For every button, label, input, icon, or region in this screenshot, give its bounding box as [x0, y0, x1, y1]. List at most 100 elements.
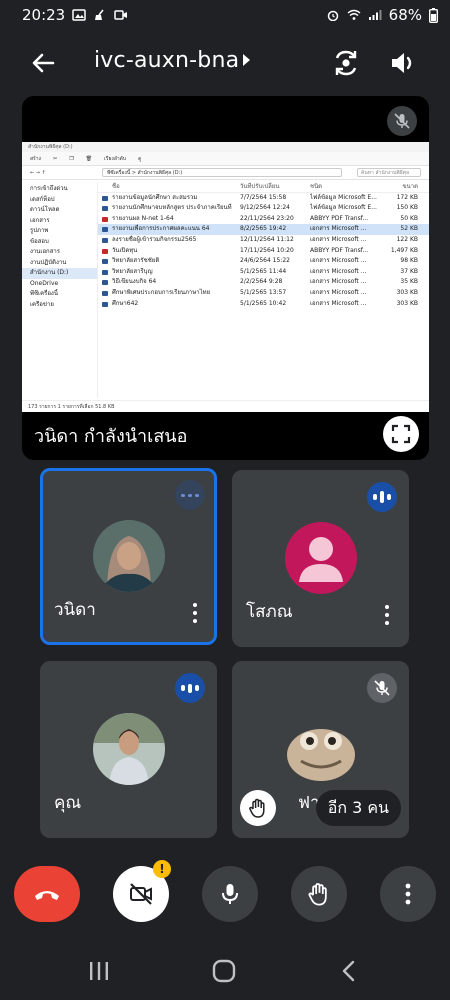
explorer-nav-pane: การเข้าถึงด่วน เดสก์ท็อป ดาวน์โหลด เอกสา… [22, 182, 98, 398]
file-row: รายงานนักศึกษาจบหลักสูตร ประจำภาคเรียนที… [98, 203, 429, 214]
file-type: ไฟล์ข้อมูล Microsoft E... [310, 204, 377, 212]
participant-more-icon[interactable] [379, 605, 395, 625]
avatar [92, 520, 165, 592]
status-time: 20:23 [22, 6, 66, 24]
file-name: วันเปิดทุน [112, 246, 138, 254]
file-size: 1,497 KB [390, 246, 418, 254]
file-date: 5/1/2565 13:57 [240, 288, 287, 296]
explorer-nav-item: งานเอกสาร [30, 248, 60, 255]
more-options-button[interactable] [380, 866, 436, 922]
audio-level-icon [175, 673, 205, 703]
explorer-search: ค้นหา สำนักงานพิธีศุล [357, 168, 421, 177]
explorer-nav-item: ข้อสอบ [30, 237, 49, 245]
explorer-cut-icon: ✂ [53, 155, 58, 162]
presentation-tile[interactable]: สำนักงานพิธีศุล (D:) สร้าง ✂ ❐ 🗑 เรียงลำ… [22, 96, 429, 460]
microphone-icon [222, 884, 238, 904]
file-size: 303 KB [396, 288, 418, 296]
file-date: 22/11/2564 23:20 [240, 214, 294, 222]
file-icon [102, 227, 108, 233]
end-call-button[interactable] [14, 866, 80, 922]
pdf-file-icon [102, 216, 108, 222]
file-type: เอกสาร Microsoft ... [310, 257, 367, 265]
explorer-file-list: ชื่อ วันที่ปรับเปลี่ยน ชนิด ขนาด รายงานข… [98, 182, 429, 398]
explorer-header-row: ชื่อ วันที่ปรับเปลี่ยน ชนิด ขนาด [98, 182, 429, 193]
camera-off-icon [130, 883, 152, 905]
explorer-nav-item: รูปภาพ [30, 227, 49, 234]
file-type: เอกสาร Microsoft ... [310, 278, 367, 286]
shared-screen: สำนักงานพิธีศุล (D:) สร้าง ✂ ❐ 🗑 เรียงลำ… [22, 142, 429, 412]
explorer-nav-item: OneDrive [30, 279, 59, 287]
participant-name: โสภณ [246, 602, 293, 622]
back-arrow-icon[interactable] [28, 48, 58, 78]
fullscreen-button[interactable] [383, 416, 419, 452]
avatar [284, 522, 357, 594]
file-date: 5/1/2565 11:44 [240, 267, 287, 275]
file-size: 150 KB [396, 204, 418, 212]
participant-tile-self[interactable]: คุณ [40, 661, 217, 838]
file-name: วิทยาลัยสารีบุญ [112, 267, 153, 275]
warning-badge-icon: ! [153, 860, 171, 878]
file-date: 2/2/2564 9:28 [240, 278, 283, 286]
file-type: เอกสาร Microsoft ... [310, 225, 367, 233]
meeting-details-caret-icon[interactable] [243, 54, 250, 66]
avatar [284, 713, 357, 785]
explorer-nav-arrows-icon: ← → ↑ [30, 169, 46, 176]
raised-hand-badge [240, 790, 276, 826]
switch-camera-icon[interactable] [329, 46, 363, 80]
home-icon[interactable] [209, 958, 239, 984]
audio-level-icon [367, 482, 397, 512]
speaker-volume-icon[interactable] [386, 46, 420, 80]
recent-apps-icon[interactable] [84, 958, 114, 984]
explorer-nav-item: พีซีเครื่องนี้ [30, 290, 58, 297]
raise-hand-button[interactable] [291, 866, 347, 922]
file-row-selected: รายงานเพื่อการประกาศผลคะแนน 64 8/2/2565 1… [98, 224, 429, 235]
participant-more-icon[interactable] [187, 603, 203, 623]
back-nav-icon[interactable] [334, 958, 364, 984]
battery-level: 68% [388, 6, 422, 24]
explorer-window-title: สำนักงานพิธีศุล (D:) [28, 144, 73, 150]
file-icon [102, 195, 108, 201]
file-name: รายงานนักศึกษาจบหลักสูตร ประจำภาคเรียนที… [112, 204, 232, 212]
default-avatar-icon [298, 537, 343, 582]
column-size: ขนาด [402, 183, 418, 190]
file-date: 12/11/2564 11:12 [240, 235, 294, 243]
participant-tile[interactable]: โสภณ [232, 470, 409, 647]
explorer-new-button: สร้าง [30, 155, 41, 162]
alarm-icon [327, 10, 338, 21]
file-date: 17/11/2564 10:20 [240, 246, 294, 254]
file-name: รายงานผล N-net 1-64 [112, 214, 174, 222]
explorer-copy-icon: ❐ [69, 155, 74, 162]
file-size: 122 KB [396, 235, 418, 243]
camera-toggle-button[interactable]: ! [113, 860, 171, 922]
explorer-nav-item: เครือข่าย [30, 300, 54, 308]
file-icon [102, 237, 108, 243]
file-icon [102, 290, 108, 296]
participant-tile[interactable]: ฟาฮารี อีก 3 คน [232, 661, 409, 838]
file-name: ศึกษาพิเศษประกอบการเรียนภาษาไทย [112, 288, 211, 296]
wifi-icon [347, 9, 361, 20]
explorer-address-bar: ← → ↑ พีซีเครื่องนี้ > สำนักงานพิธีศุล (… [22, 166, 429, 180]
raise-hand-icon [308, 883, 327, 906]
microphone-button[interactable] [202, 866, 258, 922]
file-name: วิทยาลัยสารัชชัยติ [112, 257, 160, 265]
more-participants-button[interactable]: อีก 3 คน [315, 790, 401, 826]
meeting-header: ivc-auxn-bna [0, 40, 450, 86]
file-icon [102, 206, 108, 212]
file-size: 50 KB [400, 214, 418, 222]
file-row: ศึกษา642 5/1/2565 10:42 เอกสาร Microsoft .… [98, 299, 429, 310]
explorer-nav-item: การเข้าถึงด่วน [30, 185, 68, 192]
file-icon [102, 269, 108, 275]
participant-tile-active[interactable]: วนิดา [40, 468, 217, 645]
explorer-title-bar: สำนักงานพิธีศุล (D:) [22, 142, 429, 152]
avatar [92, 713, 165, 785]
file-name: รายงานข้อมูลนักศึกษา สะสมรวม [112, 193, 198, 201]
file-type: ABBYY PDF Transf... [310, 246, 369, 254]
broom-notification-icon [95, 9, 104, 20]
status-bar: 20:23 68% [0, 0, 450, 30]
file-size: 98 KB [400, 257, 418, 265]
file-date: 5/1/2565 10:42 [240, 299, 287, 307]
file-icon [102, 280, 108, 286]
system-nav-bar [0, 940, 450, 1000]
file-name: ลงรายชื่อผู้เข้าร่วมกิจกรรม2565 [112, 235, 197, 243]
meeting-code[interactable]: ivc-auxn-bna [94, 48, 239, 73]
